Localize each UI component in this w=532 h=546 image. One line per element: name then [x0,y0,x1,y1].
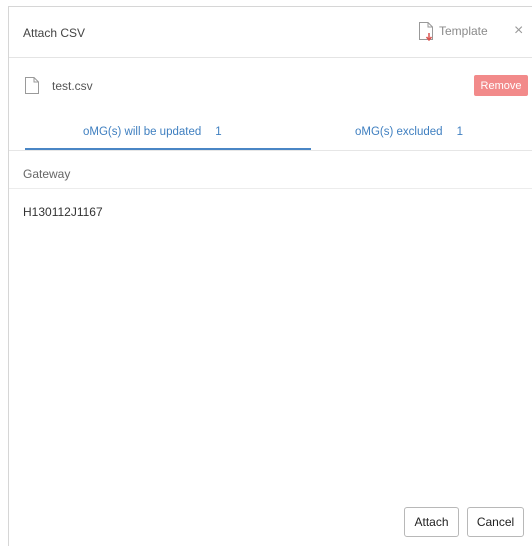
tab-will-be-updated[interactable]: oMG(s) will be updated 1 [83,126,222,138]
column-header-gateway: Gateway [23,167,71,181]
tab-divider [9,150,532,151]
template-download-link[interactable]: Template [418,21,488,41]
dialog-header: Attach CSV Template × [9,7,532,58]
template-download-icon [419,22,433,41]
tab-label: oMG(s) excluded [355,126,443,138]
file-name: test.csv [52,79,93,93]
template-label: Template [439,24,488,38]
attach-csv-dialog: Attach CSV Template × test.csv Remove oM… [8,6,532,546]
table-row: H130112J1167 [9,189,532,221]
tab-count: 1 [456,126,463,138]
result-tabs: oMG(s) will be updated 1 oMG(s) excluded 1 [9,110,532,154]
tab-excluded[interactable]: oMG(s) excluded 1 [355,126,463,138]
attached-file-row: test.csv Remove [9,58,532,110]
attach-button[interactable]: Attach [404,507,459,537]
close-icon[interactable]: × [514,23,523,39]
tab-count: 1 [215,126,222,138]
cancel-button[interactable]: Cancel [467,507,524,537]
table-header: Gateway [9,154,532,189]
dialog-title: Attach CSV [23,26,86,40]
active-tab-indicator [25,148,311,150]
tab-label: oMG(s) will be updated [83,126,202,138]
gateway-cell: H130112J1167 [23,205,103,219]
file-icon [25,77,39,94]
remove-button[interactable]: Remove [474,75,528,96]
